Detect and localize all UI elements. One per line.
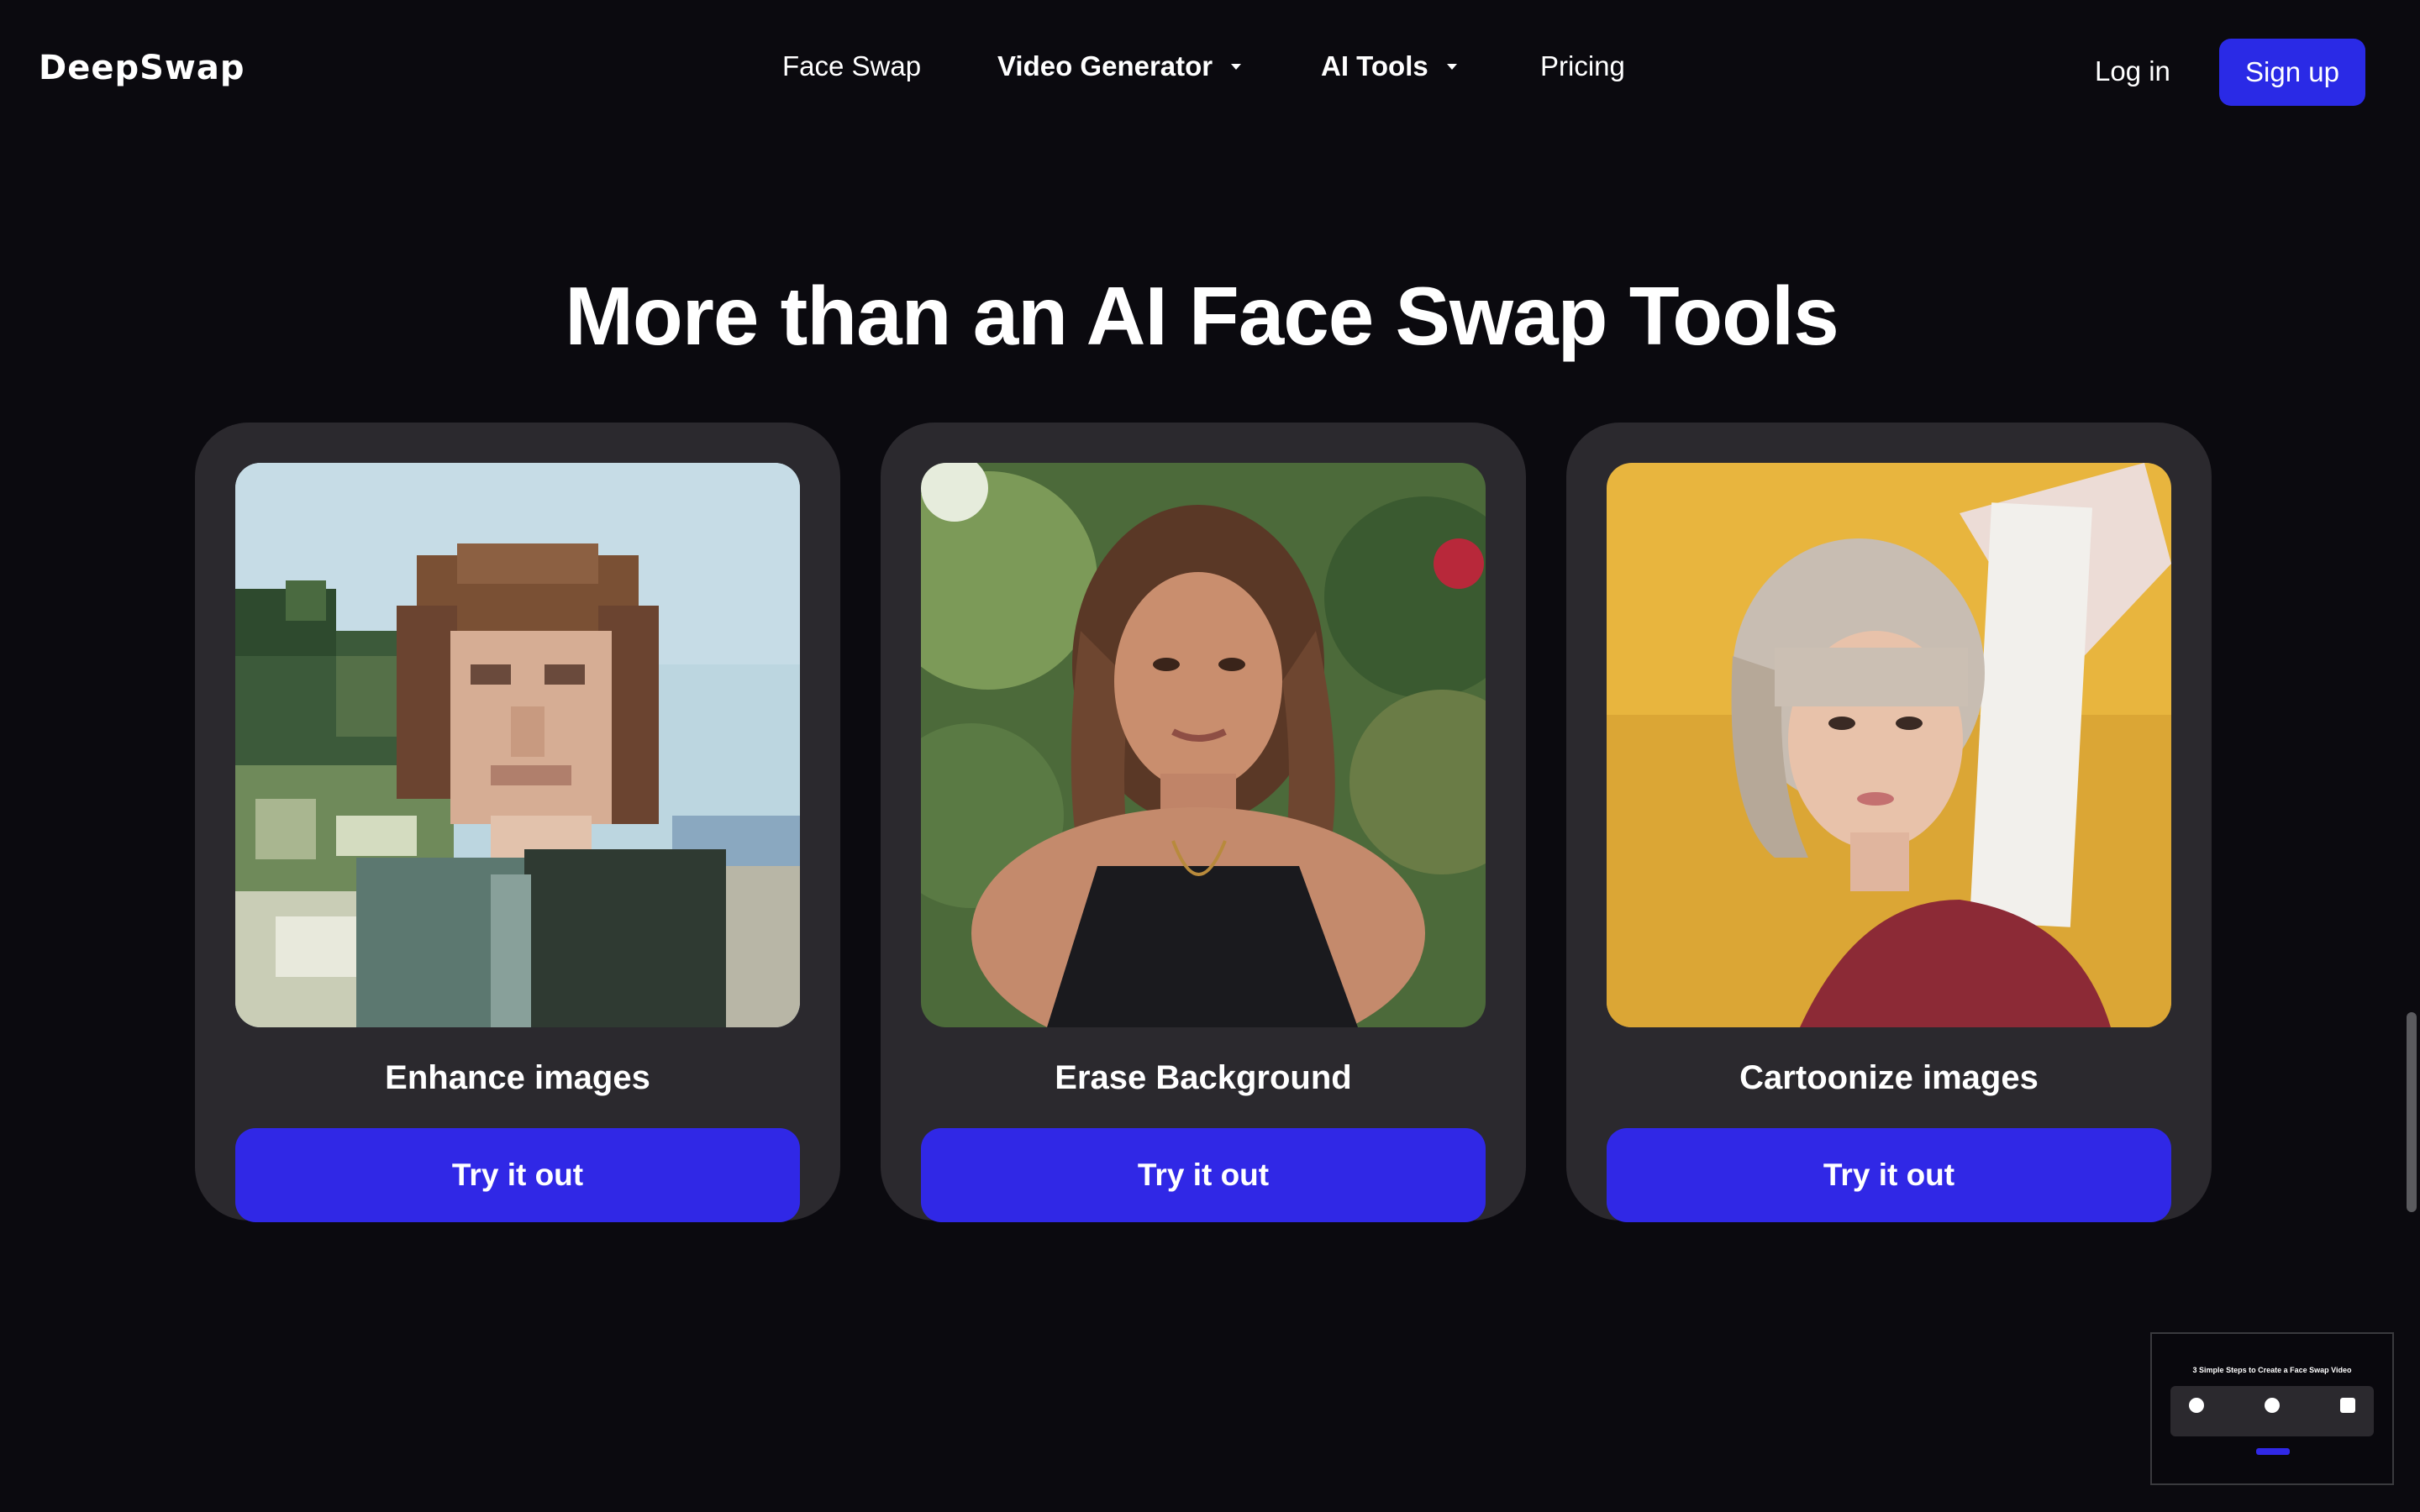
signup-button[interactable]: Sign up: [2219, 39, 2365, 106]
card-title: Erase Background: [1055, 1059, 1352, 1096]
nav-pricing-label: Pricing: [1540, 50, 1625, 81]
tool-card-enhance: Enhance images Try it out: [195, 423, 840, 1222]
chevron-down-icon: [1446, 63, 1457, 70]
woman-portrait-image: [921, 463, 1486, 1027]
preview-steps: [2170, 1386, 2374, 1436]
nav-face-swap[interactable]: Face Swap: [782, 50, 921, 82]
card-title: Enhance images: [385, 1059, 650, 1096]
try-it-out-button[interactable]: Try it out: [1607, 1128, 2171, 1222]
nav-ai-tools-label: AI Tools: [1321, 50, 1428, 81]
nav-pricing[interactable]: Pricing: [1540, 50, 1625, 82]
nav-ai-tools[interactable]: AI Tools: [1321, 50, 1457, 82]
chevron-down-icon: [1231, 63, 1242, 70]
try-it-out-button[interactable]: Try it out: [921, 1128, 1486, 1222]
logo[interactable]: DeepSwap: [39, 49, 245, 87]
face-icon: [2265, 1398, 2280, 1413]
pixelated-portrait-image: [235, 463, 800, 1027]
tool-card-erase-background: Erase Background Try it out: [881, 423, 1526, 1222]
download-icon: [2340, 1398, 2355, 1413]
nav-video-generator[interactable]: Video Generator: [997, 50, 1242, 82]
scrollbar-thumb[interactable]: [2407, 1012, 2417, 1212]
login-link[interactable]: Log in: [2095, 55, 2170, 87]
try-it-out-button[interactable]: Try it out: [235, 1128, 800, 1222]
section-heading: More than an AI Face Swap Tools: [565, 270, 1839, 362]
woman-yellow-background-image: [1607, 463, 2171, 1027]
preview-title: 3 Simple Steps to Create a Face Swap Vid…: [2192, 1366, 2352, 1374]
nav-face-swap-label: Face Swap: [782, 50, 922, 81]
card-title: Cartoonize images: [1739, 1059, 2039, 1096]
preview-button: [2256, 1448, 2290, 1455]
upload-icon: [2189, 1398, 2204, 1413]
page: DeepSwap Face Swap Video Generator AI To…: [0, 0, 2420, 1512]
tool-card-cartoonize: Cartoonize images Try it out: [1566, 423, 2212, 1222]
top-nav: DeepSwap Face Swap Video Generator AI To…: [0, 0, 2420, 143]
page-preview-thumbnail[interactable]: 3 Simple Steps to Create a Face Swap Vid…: [2150, 1332, 2394, 1485]
nav-video-generator-label: Video Generator: [997, 50, 1213, 81]
